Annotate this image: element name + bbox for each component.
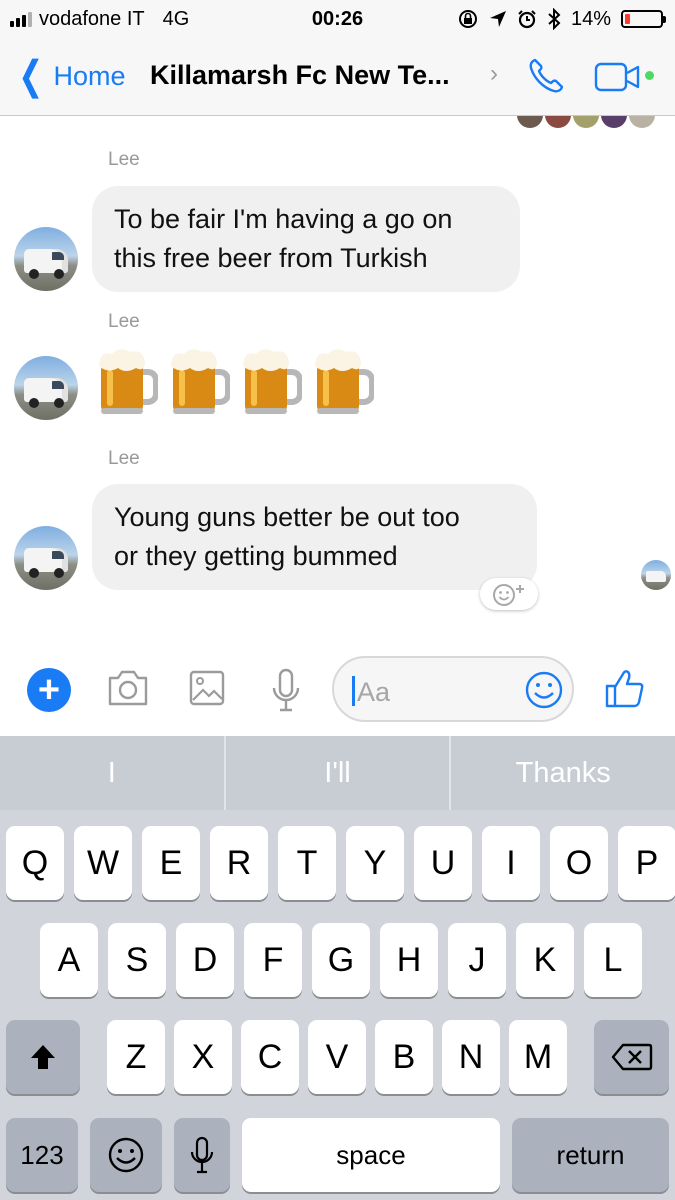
- key-u[interactable]: U: [414, 826, 472, 900]
- key-k[interactable]: K: [516, 923, 574, 997]
- image-icon[interactable]: [188, 668, 226, 708]
- sender-name: Lee: [108, 149, 140, 170]
- plus-button[interactable]: +: [27, 668, 71, 712]
- message-text-line: Young guns better be out too: [114, 502, 460, 532]
- location-icon: [489, 11, 506, 27]
- emoji-icon[interactable]: [524, 670, 564, 710]
- key-s[interactable]: S: [108, 923, 166, 997]
- key-b[interactable]: B: [375, 1020, 433, 1094]
- backspace-icon: [611, 1043, 652, 1071]
- message-text-line: or they getting bummed: [114, 541, 398, 571]
- chevron-left-icon: ❮: [18, 54, 44, 98]
- key-w[interactable]: W: [74, 826, 132, 900]
- back-label: Home: [53, 60, 126, 91]
- alarm-icon: [518, 10, 536, 29]
- microphone-icon[interactable]: [270, 668, 302, 714]
- camera-icon[interactable]: [106, 668, 150, 708]
- message-input[interactable]: Aa: [332, 656, 574, 722]
- back-button[interactable]: ❮ Home: [14, 54, 126, 98]
- key-l[interactable]: L: [584, 923, 642, 997]
- key-m[interactable]: M: [509, 1020, 567, 1094]
- battery-icon: [621, 10, 666, 28]
- battery-percent: 14%: [570, 7, 611, 30]
- thumbs-up-icon[interactable]: [604, 668, 646, 710]
- prediction-suggestion[interactable]: Thanks: [451, 736, 675, 810]
- key-n[interactable]: N: [442, 1020, 500, 1094]
- sender-avatar[interactable]: [14, 227, 78, 291]
- key-x[interactable]: X: [174, 1020, 232, 1094]
- add-reaction-button[interactable]: [480, 578, 538, 610]
- sender-avatar[interactable]: [14, 526, 78, 590]
- add-reaction-icon: [493, 584, 524, 606]
- beer-mug-emoji: [315, 349, 374, 414]
- text-caret: [352, 676, 355, 706]
- dictation-key[interactable]: [174, 1118, 230, 1192]
- key-y[interactable]: Y: [346, 826, 404, 900]
- key-i[interactable]: I: [482, 826, 540, 900]
- key-h[interactable]: H: [380, 923, 438, 997]
- backspace-key[interactable]: [594, 1020, 669, 1094]
- predictive-bar: I I'll Thanks: [0, 736, 675, 810]
- microphone-icon: [190, 1136, 214, 1174]
- numbers-key[interactable]: 123: [6, 1118, 78, 1192]
- emoji-message[interactable]: [96, 346, 374, 416]
- key-o[interactable]: O: [550, 826, 608, 900]
- read-receipt-avatars: [517, 116, 655, 128]
- chevron-right-icon[interactable]: ›: [490, 60, 498, 88]
- message-bubble[interactable]: To be fair I'm having a go on this free …: [92, 186, 520, 292]
- message-input-placeholder: Aa: [357, 677, 391, 707]
- key-e[interactable]: E: [142, 826, 200, 900]
- beer-mug-emoji: [171, 349, 230, 414]
- message-text-line: this free beer from Turkish: [114, 243, 428, 273]
- space-key[interactable]: space: [242, 1118, 500, 1192]
- phone-icon[interactable]: [526, 56, 566, 96]
- key-g[interactable]: G: [312, 923, 370, 997]
- key-z[interactable]: Z: [107, 1020, 165, 1094]
- sender-avatar[interactable]: [14, 356, 78, 420]
- key-c[interactable]: C: [241, 1020, 299, 1094]
- key-r[interactable]: R: [210, 826, 268, 900]
- beer-mug-emoji: [99, 349, 158, 414]
- composer-bar: + Aa: [0, 650, 675, 736]
- online-status-dot: [645, 71, 654, 80]
- conversation-header: ❮ Home Killamarsh Fc New Te... ›: [0, 40, 675, 116]
- conversation-title[interactable]: Killamarsh Fc New Te...: [150, 60, 450, 91]
- key-t[interactable]: T: [278, 826, 336, 900]
- shift-key[interactable]: [6, 1020, 80, 1094]
- shift-icon: [31, 1045, 55, 1069]
- sender-name: Lee: [108, 448, 140, 469]
- prediction-suggestion[interactable]: I: [0, 736, 226, 810]
- key-v[interactable]: V: [308, 1020, 366, 1094]
- read-receipt-avatar: [641, 560, 671, 590]
- key-f[interactable]: F: [244, 923, 302, 997]
- prediction-suggestion[interactable]: I'll: [226, 736, 452, 810]
- key-d[interactable]: D: [176, 923, 234, 997]
- key-j[interactable]: J: [448, 923, 506, 997]
- orientation-lock-icon: [458, 10, 477, 28]
- emoji-keyboard-key[interactable]: [90, 1118, 162, 1192]
- message-bubble[interactable]: Young guns better be out too or they get…: [92, 484, 537, 590]
- key-q[interactable]: Q: [6, 826, 64, 900]
- message-text-line: To be fair I'm having a go on: [114, 204, 453, 234]
- keyboard: I I'll Thanks QWERTYUIOPASDFGHJKLZXCVBNM…: [0, 736, 675, 1200]
- emoji-face-icon: [108, 1137, 144, 1173]
- sender-name: Lee: [108, 311, 140, 332]
- bluetooth-icon: [548, 8, 561, 30]
- beer-mug-emoji: [243, 349, 302, 414]
- status-bar: vodafone IT 4G 00:26 14%: [0, 0, 675, 40]
- key-p[interactable]: P: [618, 826, 675, 900]
- return-key[interactable]: return: [512, 1118, 669, 1192]
- key-a[interactable]: A: [40, 923, 98, 997]
